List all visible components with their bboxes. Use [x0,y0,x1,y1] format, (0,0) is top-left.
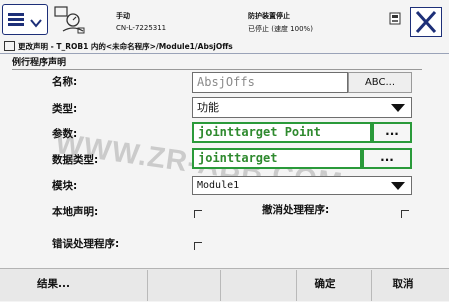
divider [296,270,297,301]
divider [220,270,221,301]
breadcrumb: 更改声明 - T_ROB1 内的<未命名程序>/Module1/AbsjOffs [0,40,449,54]
module-dropdown[interactable]: Module1 [192,176,412,195]
run-state-text: 已停止 (速度 100%) [248,25,313,33]
close-icon [415,10,437,34]
type-dropdown[interactable]: 功能 [192,97,412,118]
datatype-label: 数据类型: [52,154,99,166]
section-title: 例行程序声明 [12,55,422,70]
bottom-command-bar: 结果... 确定 取消 [0,268,449,301]
params-browse-button[interactable]: ... [372,122,412,143]
hamburger-icon [8,13,24,26]
datatype-browse-button[interactable]: ... [362,148,412,169]
divider [371,270,372,301]
operation-mode-text: 手动 [116,12,130,20]
params-label: 参数: [52,128,78,140]
module-value: Module1 [197,180,240,191]
edit-declaration-icon [4,41,15,51]
datatype-field[interactable]: jointtarget [192,148,362,169]
abb-menu-button[interactable] [2,4,48,35]
dropdown-arrow-icon [391,104,405,112]
result-button[interactable]: 结果... [37,269,147,302]
local-declaration-checkbox[interactable] [194,210,202,218]
safety-status-text: 防护装置停止 [248,12,290,20]
controller-name-text: CN-L-7225311 [116,24,167,32]
local-declaration-label: 本地声明: [52,206,99,218]
name-field[interactable]: AbsjOffs [192,72,348,93]
params-field[interactable]: jointtarget Point [192,122,372,143]
error-handler-checkbox[interactable] [194,242,202,250]
name-keyboard-button[interactable]: ABC... [348,72,412,93]
ok-button[interactable]: 确定 [295,269,355,302]
chevron-down-icon [30,14,42,28]
type-label: 类型: [52,103,78,115]
undo-handler-checkbox[interactable] [401,210,409,218]
robot-controller-icon[interactable] [52,5,86,35]
module-label: 模块: [52,180,78,192]
name-label: 名称: [52,76,78,88]
close-button[interactable] [410,7,442,37]
breadcrumb-text: 更改声明 - T_ROB1 内的<未命名程序>/Module1/AbsjOffs [18,42,233,51]
quickset-icon[interactable] [389,10,401,25]
type-value: 功能 [197,101,219,114]
dropdown-arrow-icon [391,182,405,190]
divider [147,270,148,301]
undo-handler-label: 撤消处理程序: [262,204,330,216]
cancel-button[interactable]: 取消 [373,269,433,302]
error-handler-label: 错误处理程序: [52,238,120,250]
